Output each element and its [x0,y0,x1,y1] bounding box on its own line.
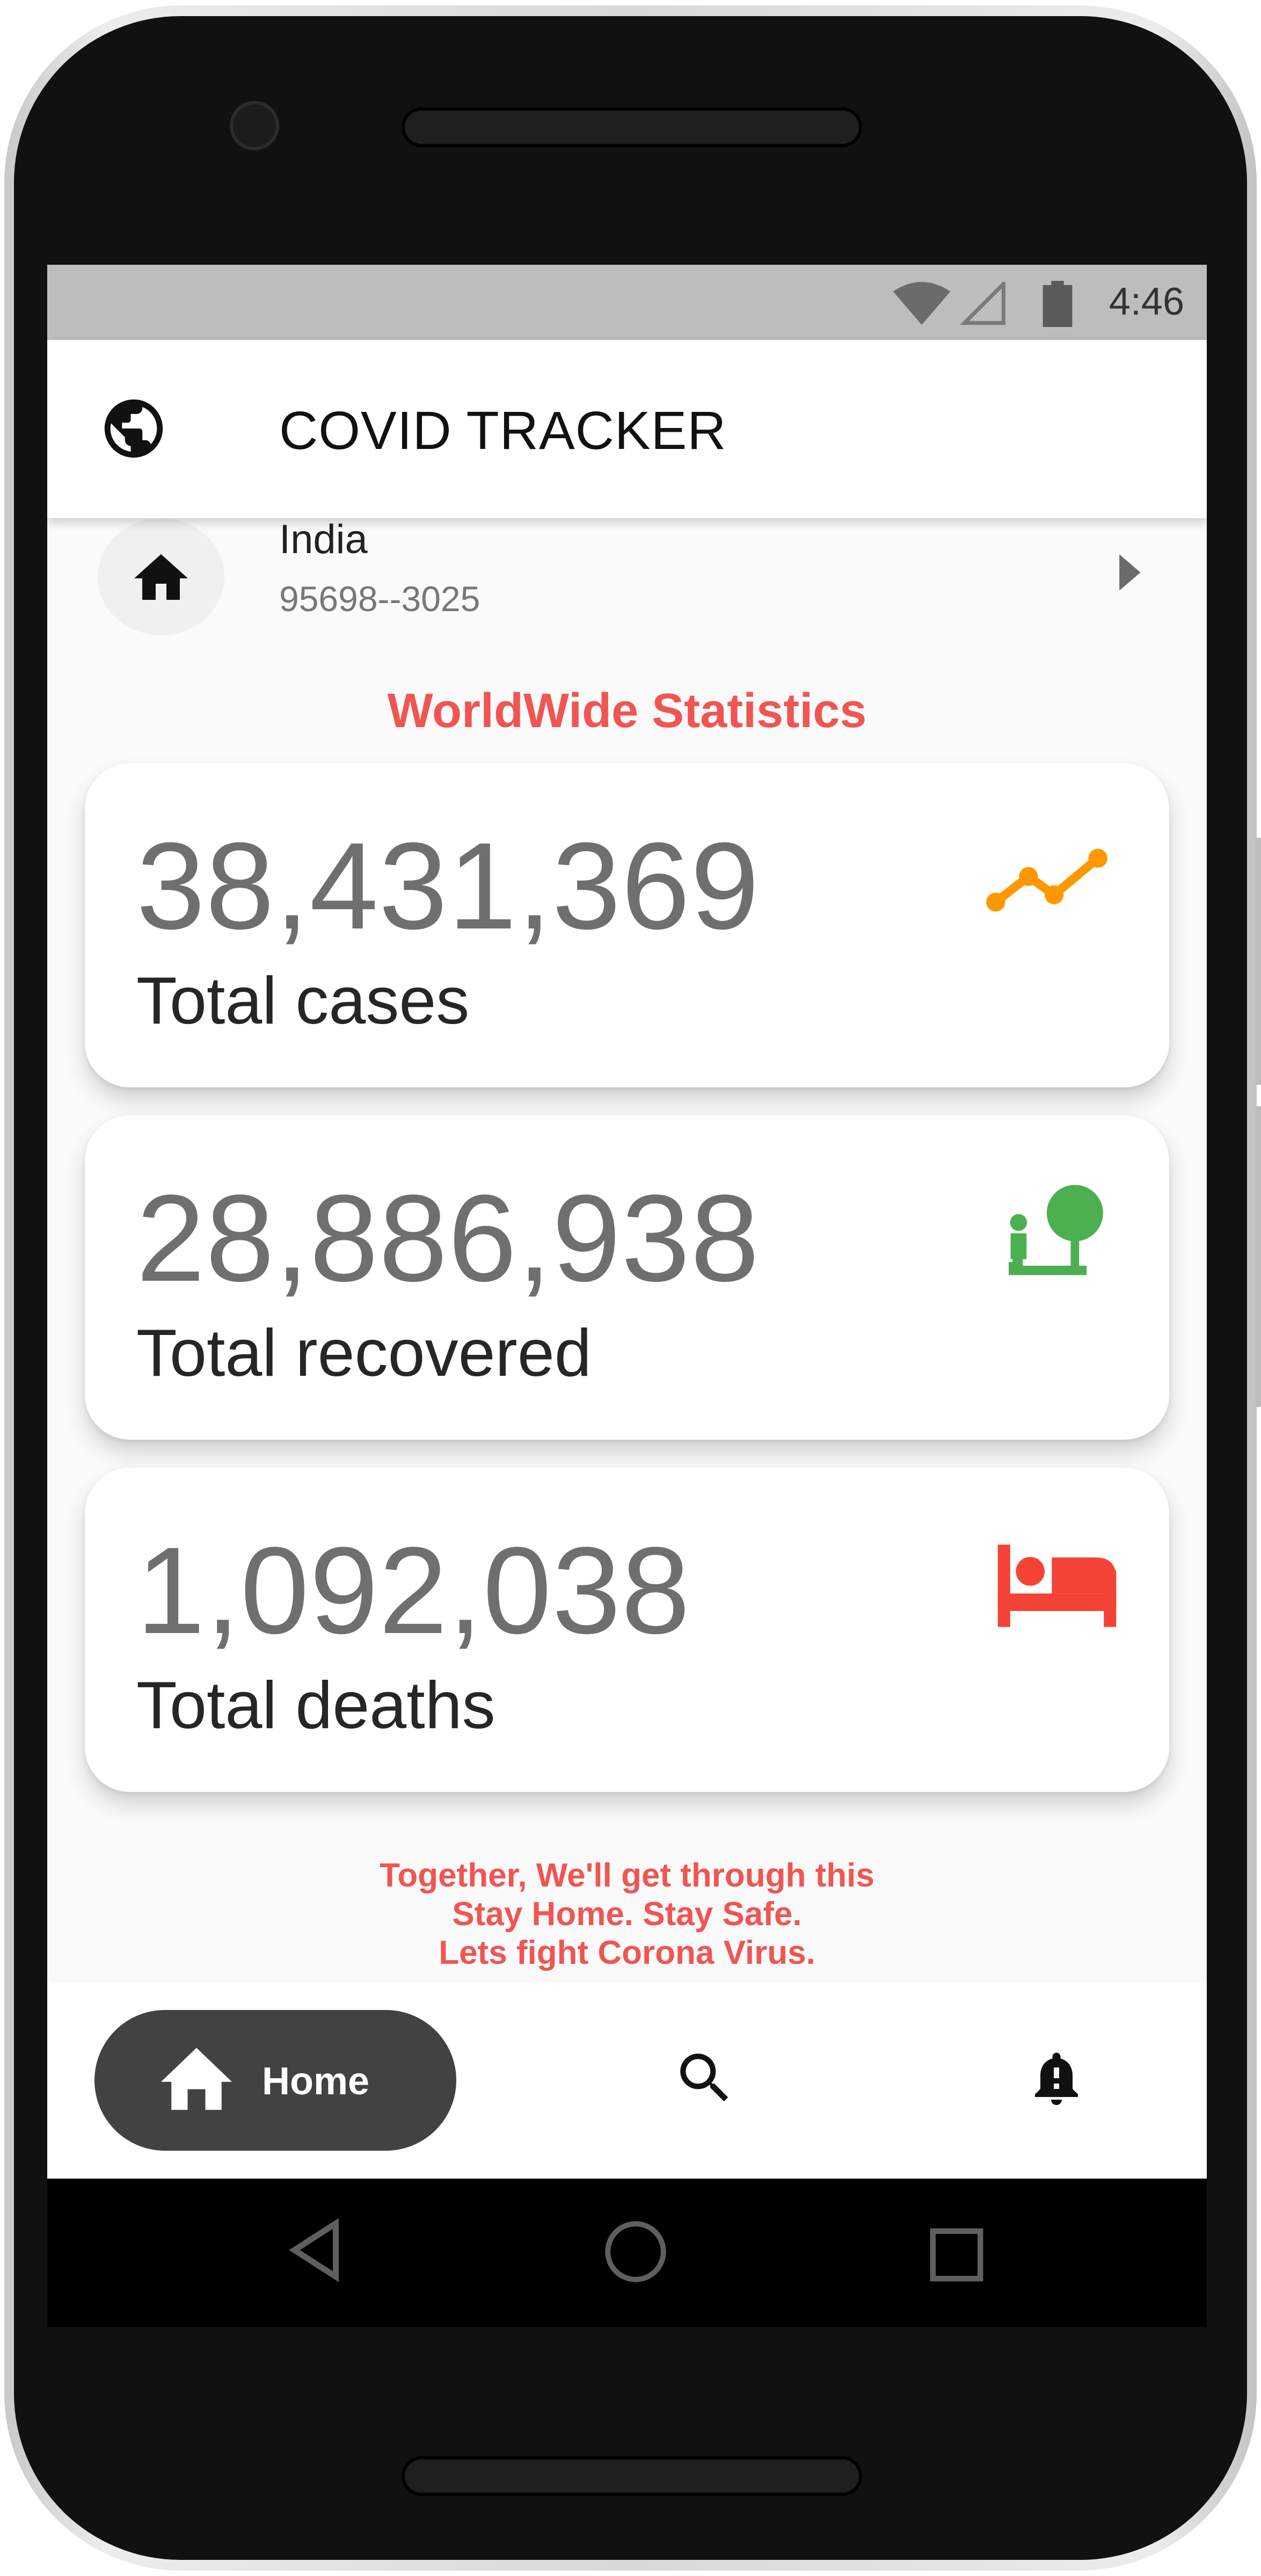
stat-label: Total deaths [136,1668,495,1743]
stat-value: 38,431,369 [136,817,760,955]
app-bar: COVID TRACKER [47,340,1207,518]
bell-icon[interactable] [1024,2043,1089,2113]
section-title: WorldWide Statistics [387,684,867,738]
stat-value: 1,092,038 [136,1521,691,1659]
footer-line-1: Together, We'll get through this [380,1857,874,1894]
nature-people-icon [1009,1185,1103,1275]
stat-card-total-deaths[interactable]: 1,092,038 Total deaths [85,1468,1169,1792]
nav-home-label: Home [262,2060,370,2103]
signal-icon [960,282,1005,325]
battery-icon [1043,281,1073,327]
top-speaker [402,107,862,147]
stat-card-total-cases[interactable]: 38,431,369 Total cases [85,763,1169,1087]
home-icon [134,554,188,600]
wifi-icon [893,282,951,325]
front-camera [230,101,279,150]
country-subtitle: 95698--3025 [279,579,480,619]
stat-card-total-recovered[interactable]: 28,886,938 Total recovered [85,1115,1169,1440]
hotel-bed-icon [997,1544,1117,1627]
trending-up-icon [986,848,1107,912]
stat-label: Total recovered [136,1316,592,1390]
device-frame: 4:46 COVID TRACKER India 95698--3025 Wor… [0,0,1261,2576]
footer-line-3: Lets fight Corona Virus. [439,1934,815,1971]
app-screen: 4:46 COVID TRACKER India 95698--3025 Wor… [47,265,1207,2327]
search-icon[interactable] [672,2045,738,2111]
country-name: India [279,517,368,562]
bottom-navigation: Home [47,1983,1207,2179]
country-selector[interactable]: India 95698--3025 [47,517,1207,635]
stat-label: Total cases [136,964,470,1038]
home-circle-icon[interactable] [603,2219,668,2284]
status-time: 4:46 [1109,280,1184,323]
power-button [1256,1106,1261,1407]
avatar [98,518,224,635]
status-bar: 4:46 [47,265,1207,340]
footer-message: Together, We'll get through this Stay Ho… [47,1856,1207,1972]
back-icon[interactable] [286,2216,345,2284]
app-title: COVID TRACKER [279,401,727,461]
nav-home-button[interactable]: Home [94,2010,456,2151]
chevron-right-icon[interactable] [1112,548,1145,597]
bottom-speaker [402,2456,862,2496]
footer-line-2: Stay Home. Stay Safe. [452,1896,802,1933]
volume-button [1256,838,1261,1085]
home-icon [161,2048,232,2110]
system-navigation-bar [47,2179,1207,2327]
recent-apps-icon[interactable] [929,2227,985,2283]
globe-icon[interactable] [99,394,169,463]
stat-value: 28,886,938 [136,1169,760,1307]
